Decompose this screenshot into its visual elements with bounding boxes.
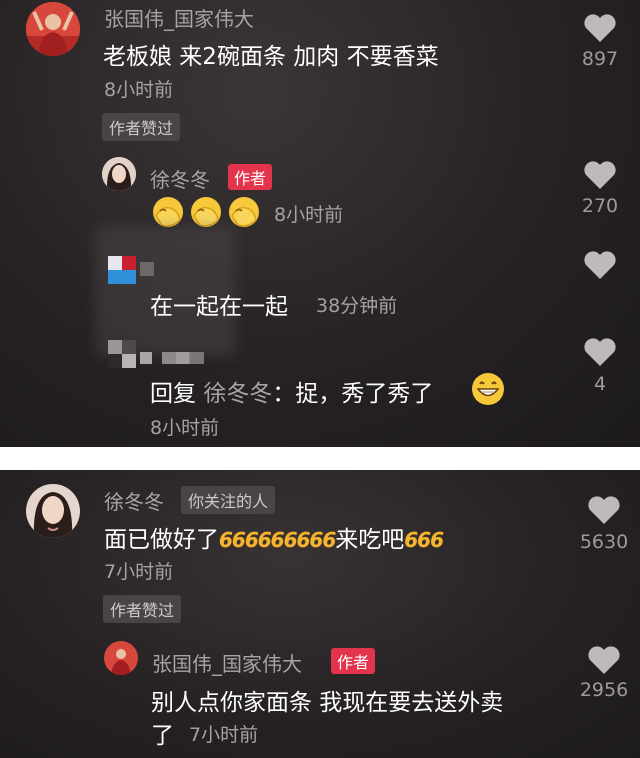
facepalm-emoji-icon [153, 196, 260, 228]
following-tag: 你关注的人 [181, 486, 276, 514]
avatar-xudongdong[interactable] [26, 484, 80, 538]
comment-time: 7小时前 [104, 561, 174, 583]
reply-text-line2: 了 [151, 723, 174, 749]
reply-username[interactable]: 徐冬冬 [150, 164, 210, 193]
heart-icon[interactable] [583, 250, 617, 280]
heart-icon[interactable] [587, 645, 621, 675]
reply-body: ：捉，秀了秀了 [272, 381, 434, 407]
heart-icon[interactable] [583, 337, 617, 367]
pixelated-username [162, 352, 204, 364]
comment-text: 老板娘 来2碗面条 加肉 不要香菜 [103, 44, 439, 70]
pixelated-avatar[interactable] [108, 340, 136, 368]
like-count: 2956 [579, 679, 629, 701]
emoji-666-icon: 666 [296, 528, 337, 552]
comment-text-a: 面已做好了 [104, 527, 219, 553]
pixelated-username [140, 262, 154, 276]
reply-text-line1: 别人点你家面条 我现在要去送外卖 [151, 690, 504, 716]
grin-emoji-icon [472, 373, 504, 405]
comment-panel-top: 张国伟_国家伟大 老板娘 来2碗面条 加肉 不要香菜 8小时前 作者赞过 897… [0, 0, 640, 447]
emoji-666-icon: 666 [257, 528, 298, 552]
heart-icon[interactable] [583, 160, 617, 190]
comment-username[interactable]: 张国伟_国家伟大 [104, 3, 254, 32]
heart-icon[interactable] [583, 13, 617, 43]
comment-username[interactable]: 徐冬冬 [104, 486, 164, 515]
reply-time: 8小时前 [274, 204, 344, 226]
avatar-xudongdong[interactable] [102, 157, 136, 191]
like-count: 270 [581, 195, 619, 217]
author-liked-chip: 作者赞过 [103, 595, 182, 623]
heart-icon[interactable] [587, 495, 621, 525]
reply-time: 7小时前 [189, 724, 259, 746]
comment-text-b: 来吃吧 [335, 527, 405, 553]
comment-time: 8小时前 [104, 79, 174, 101]
reply-time: 8小时前 [150, 417, 220, 439]
author-liked-chip: 作者赞过 [102, 113, 181, 141]
like-count: 5630 [579, 531, 629, 553]
pixelated-username [140, 352, 152, 364]
avatar-zhangguowei[interactable] [26, 2, 80, 56]
emoji-666-icon: 666 [404, 528, 444, 552]
reply-target-user[interactable]: 徐冬冬 [203, 381, 272, 407]
avatar-zhangguowei[interactable] [104, 641, 138, 675]
reply-time: 38分钟前 [316, 295, 398, 317]
pixelated-avatar[interactable] [108, 256, 136, 284]
comment-text: 面已做好了666666666来吃吧666 [104, 520, 444, 554]
like-count: 897 [581, 48, 619, 70]
reply-text: 在一起在一起 [150, 294, 288, 320]
emoji-666-icon: 666 [219, 528, 259, 552]
author-badge: 作者 [228, 164, 273, 190]
author-badge: 作者 [331, 648, 376, 674]
like-count: 4 [593, 373, 607, 395]
reply-prefix: 回复 [150, 381, 196, 407]
comment-panel-bottom: 徐冬冬 你关注的人 面已做好了666666666来吃吧666 7小时前 作者赞过… [0, 470, 640, 758]
reply-username[interactable]: 张国伟_国家伟大 [152, 648, 302, 677]
reply-text: 回复 徐冬冬：捉，秀了秀了 [150, 374, 433, 408]
